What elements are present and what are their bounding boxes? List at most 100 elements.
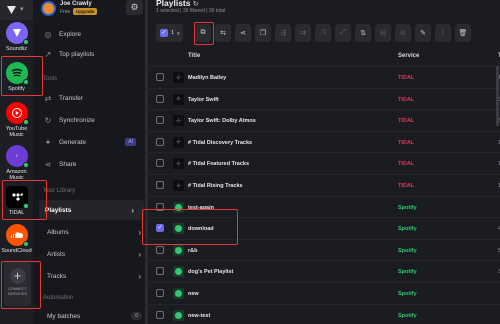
tidal-icon: ⁘	[173, 115, 184, 127]
share-icon: ⋖	[44, 159, 52, 169]
upgrade-button[interactable]: Upgrade	[73, 8, 98, 15]
playlist-title[interactable]: new-test	[188, 313, 210, 319]
share-icon: ⋖	[240, 30, 246, 37]
edit-button[interactable]: ✎	[415, 24, 431, 42]
refresh-icon[interactable]: ↻	[193, 1, 199, 8]
user-header: Joe Crawly Free Upgrade ⚙	[33, 0, 145, 20]
tidal-icon	[5, 186, 29, 209]
table-row[interactable]: dog's Pet Playlist Spotify 3	[145, 260, 500, 282]
service-spotify[interactable]: Spotify	[0, 62, 33, 92]
row-checkbox[interactable]	[156, 73, 164, 81]
nav-label: Share	[59, 160, 77, 168]
row-checkbox[interactable]	[156, 202, 164, 211]
playlist-title[interactable]: # Tidal Featured Tracks	[188, 161, 249, 167]
chevron-down-icon: ▾	[20, 6, 24, 13]
playlist-title[interactable]: r&b	[188, 248, 197, 254]
table-row[interactable]: new-test Spotify	[145, 303, 500, 324]
playlist-title[interactable]: Taylor Swift	[188, 97, 219, 103]
scrollbar[interactable]	[496, 66, 499, 126]
connect-services-button[interactable]: + CONNECT SERVICES	[4, 262, 31, 306]
sort-button[interactable]: ⇅	[355, 24, 371, 42]
user-name: Joe Crawly	[60, 1, 92, 7]
row-checkbox[interactable]	[156, 116, 164, 125]
table-row[interactable]: ⁘ Taylor Swift: Dolby Atmos TIDAL 3	[145, 109, 500, 131]
filter-button[interactable]: ⊟	[375, 24, 391, 42]
playlist-title[interactable]: test-again	[188, 205, 214, 211]
nav-playlists[interactable]: Playlists ›	[39, 200, 144, 220]
row-checkbox[interactable]: ✓	[156, 224, 164, 233]
playlist-title[interactable]: Taylor Swift: Dolby Atmos	[188, 118, 256, 124]
connected-dot	[22, 162, 29, 168]
tidal-icon: ⁘	[173, 180, 184, 191]
row-checkbox[interactable]	[156, 94, 164, 103]
table-row[interactable]: ⁘ Taylor Swift TIDAL 6	[145, 87, 500, 110]
ban-button[interactable]: ⊘	[395, 24, 411, 42]
nav-artists[interactable]: Artists ›	[47, 244, 151, 264]
shuffle-button[interactable]: ⤨	[315, 24, 331, 42]
nav-share[interactable]: ⋖ Share	[41, 154, 145, 174]
table-row[interactable]: ✓ download Spotify 4	[145, 217, 500, 239]
services-rail: ▾ Soundiiz Spotify YouTube Music ♪ Amazo…	[0, 0, 33, 324]
service-filter[interactable]: ▾	[0, 0, 33, 20]
nav-my-batches[interactable]: My batches 0	[47, 306, 151, 324]
service-soundiiz[interactable]: Soundiiz	[0, 22, 33, 52]
row-checkbox[interactable]	[156, 137, 164, 146]
row-checkbox[interactable]	[156, 245, 164, 254]
table-row[interactable]: new Spotify	[145, 282, 500, 304]
spotify-icon	[173, 244, 184, 256]
split-button[interactable]: ⇉	[295, 24, 311, 42]
row-checkbox[interactable]	[156, 159, 164, 168]
trending-icon: ↗	[44, 49, 52, 59]
copy-playlist-button[interactable]: ⧉	[195, 24, 211, 42]
share-button[interactable]: ⋖	[235, 24, 251, 42]
row-checkbox[interactable]	[156, 267, 164, 276]
table-row[interactable]: test-again Spotify	[145, 195, 500, 218]
service-youtube-music[interactable]: YouTube Music	[0, 102, 33, 138]
column-service[interactable]: Service	[398, 53, 419, 59]
table-row[interactable]: ⁘ # Tidal Discovery Tracks TIDAL 1	[145, 130, 500, 153]
playlist-title[interactable]: dog's Pet Playlist	[188, 269, 233, 275]
duplicate-button[interactable]: ❐	[255, 24, 271, 42]
playlist-title[interactable]: # Tidal Rising Tracks	[188, 183, 243, 189]
connected-dot	[22, 241, 29, 247]
select-all-checkbox[interactable]: ✓ 1 ▼	[156, 24, 183, 42]
sparkle-icon: ✦	[44, 137, 52, 147]
table-row[interactable]: ⁘ # Tidal Rising Tracks TIDAL 1	[145, 174, 500, 196]
table-row[interactable]: r&b Spotify 5	[145, 238, 500, 261]
nav-synchronize[interactable]: ↻ Synchronize	[41, 110, 145, 130]
nav-transfer[interactable]: ⇄ Transfer	[41, 88, 145, 108]
section-automation: Automation	[43, 295, 74, 301]
nav-albums[interactable]: Albums ›	[47, 222, 151, 242]
nav-top-playlists[interactable]: ↗ Top playlists	[41, 44, 145, 64]
column-title[interactable]: Title	[188, 53, 200, 59]
delete-button[interactable]: 🗑	[455, 24, 471, 42]
table-row[interactable]: ⁘ Madilyn Bailey TIDAL 1	[145, 66, 500, 88]
service-tidal[interactable]: TIDAL	[0, 186, 33, 216]
nav-label: Tracks	[47, 272, 67, 280]
playlist-title[interactable]: new	[188, 291, 199, 297]
nav-generate[interactable]: ✦ Generate AI	[41, 132, 145, 152]
service-soundcloud[interactable]: SoundCloud	[0, 224, 33, 254]
playlist-title[interactable]: # Tidal Discovery Tracks	[188, 140, 252, 146]
nav-explore[interactable]: ◎ Explore	[41, 24, 145, 44]
playlist-service: TIDAL	[398, 118, 415, 125]
merge-button[interactable]: ⇶	[275, 24, 291, 42]
clean-button[interactable]: ⌇	[435, 24, 451, 42]
playlist-title[interactable]: download	[188, 226, 214, 232]
nav-tracks[interactable]: Tracks ›	[47, 266, 151, 286]
sync-button[interactable]: ⇆	[215, 24, 231, 42]
gear-icon[interactable]: ⚙	[126, 0, 143, 15]
service-amazon-music[interactable]: ♪ Amazon Music	[0, 145, 33, 181]
playlist-service: TIDAL	[398, 75, 415, 81]
youtube-music-icon	[5, 102, 29, 125]
row-checkbox[interactable]	[156, 310, 164, 319]
avatar[interactable]	[41, 1, 56, 16]
playlist-title[interactable]: Madilyn Bailey	[188, 75, 226, 81]
row-checkbox[interactable]	[156, 289, 164, 297]
playlist-service: TIDAL	[398, 183, 415, 189]
table-row[interactable]: ⁘ # Tidal Featured Tracks TIDAL 1	[145, 152, 500, 174]
service-label: YouTube Music	[5, 126, 28, 138]
row-checkbox[interactable]	[156, 181, 164, 189]
expand-button[interactable]: ⤢	[335, 24, 351, 42]
soundiiz-icon	[5, 22, 29, 45]
